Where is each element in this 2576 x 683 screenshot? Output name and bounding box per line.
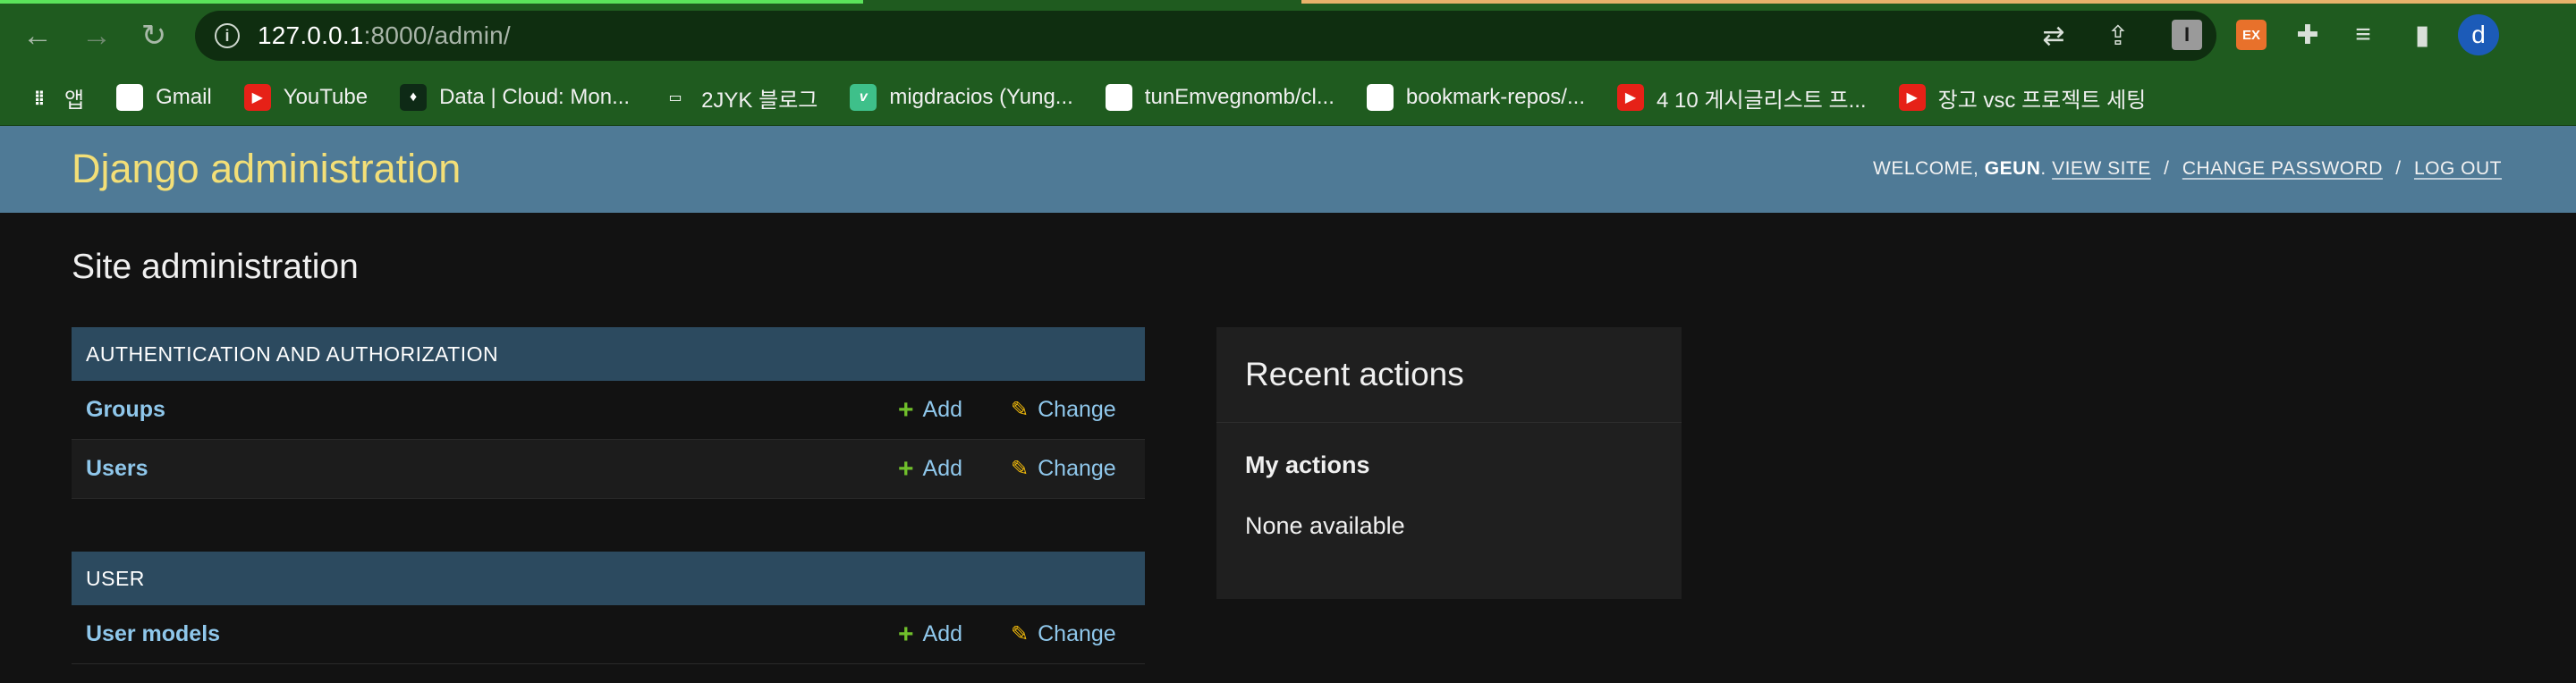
admin-header: Django administration WELCOME, GEUN. VIE… — [0, 126, 2576, 213]
pencil-icon: ✎ — [1011, 622, 1030, 646]
extension-ex-icon[interactable]: EX — [2236, 20, 2267, 50]
welcome-text: WELCOME, — [1873, 158, 1979, 179]
forward-arrow-icon[interactable]: → — [77, 16, 116, 55]
separator: / — [2164, 158, 2170, 179]
address-bar[interactable]: i 127.0.0.1:8000/admin/ ⇄ ⇪ ☆ — [195, 11, 2216, 61]
bookmark-label: 2JYK 블로그 — [701, 88, 818, 113]
folder-icon: ▭ — [668, 90, 682, 105]
bookmark-label: bookmark-repos/... — [1405, 85, 1585, 109]
youtube-icon: ▶ — [1616, 84, 1644, 111]
bookmark-label: Data | Cloud: Mon... — [439, 85, 631, 109]
github-icon: ● — [1366, 84, 1394, 111]
reload-icon[interactable]: ↻ — [134, 16, 174, 55]
my-actions-heading: My actions — [1245, 451, 1370, 478]
github-icon: ● — [1105, 84, 1132, 111]
model-link-users[interactable]: Users — [86, 456, 148, 482]
profile-avatar[interactable]: d — [2458, 14, 2499, 55]
pencil-icon: ✎ — [1011, 398, 1030, 422]
add-groups-link[interactable]: + Add — [898, 395, 962, 426]
tab-strip-accent — [1301, 0, 2576, 4]
plus-icon: + — [898, 619, 914, 649]
mongodb-leaf-icon: ♦ — [400, 84, 428, 111]
module-caption[interactable]: AUTHENTICATION AND AUTHORIZATION — [72, 327, 1145, 381]
page-title: Site administration — [72, 248, 359, 286]
plus-icon: + — [898, 453, 914, 484]
tab-strip-accent — [0, 0, 863, 4]
bookmark-item[interactable]: ● bookmark-repos/... — [1366, 70, 1585, 125]
bookmark-item[interactable]: ⣿ 앱 — [25, 70, 84, 125]
bookmark-item[interactable]: ▶ 장고 vsc 프로젝트 세팅 — [1898, 70, 2147, 125]
recent-actions-panel: Recent actions My actions None available — [1216, 327, 1682, 599]
back-arrow-icon[interactable]: ← — [18, 16, 57, 55]
url-path: :8000/admin/ — [363, 21, 511, 49]
bookmarks-bar: ⣿ 앱 M Gmail ▶ YouTube ♦ Data | Cloud: Mo… — [0, 70, 2576, 126]
bookmark-item[interactable]: ▶ YouTube — [243, 70, 369, 125]
side-panel-icon[interactable]: ▮ — [2404, 20, 2440, 50]
change-label: Change — [1038, 456, 1116, 481]
youtube-icon: ▶ — [243, 84, 271, 111]
add-label: Add — [922, 456, 963, 481]
media-control-icon[interactable]: ≡ — [2345, 20, 2381, 50]
youtube-icon: ▶ — [1898, 84, 1926, 111]
module-caption[interactable]: USER — [72, 552, 1145, 605]
model-row-groups: Groups + Add ✎ Change — [72, 381, 1145, 440]
share-icon[interactable]: ⇪ — [2102, 21, 2134, 52]
bookmark-item[interactable]: ▶ 4 10 게시글리스트 프... — [1616, 70, 1867, 125]
add-users-link[interactable]: + Add — [898, 454, 962, 485]
change-user-models-link[interactable]: ✎ Change — [1011, 621, 1116, 647]
model-row-users: Users + Add ✎ Change — [72, 440, 1145, 499]
bookmark-item[interactable]: ♦ Data | Cloud: Mon... — [400, 70, 630, 125]
url-text[interactable]: 127.0.0.1:8000/admin/ — [258, 21, 511, 50]
site-brand[interactable]: Django administration — [72, 146, 461, 192]
change-label: Change — [1038, 621, 1116, 646]
apps-grid-icon: ⣿ — [33, 90, 46, 105]
bookmark-label: tunEmvegnomb/cl... — [1144, 85, 1335, 109]
url-host: 127.0.0.1 — [258, 21, 364, 49]
bookmark-label: migdracios (Yung... — [889, 85, 1073, 109]
divider — [1216, 422, 1682, 423]
bookmark-item[interactable]: v migdracios (Yung... — [850, 70, 1073, 125]
bookmark-label: 장고 vsc 프로젝트 세팅 — [1937, 88, 2147, 113]
browser-toolbar: ← → ↻ i 127.0.0.1:8000/admin/ ⇄ ⇪ ☆ I EX… — [0, 0, 2576, 70]
bookmark-label: Gmail — [156, 85, 212, 109]
username: GEUN — [1984, 158, 2041, 179]
model-link-user-models[interactable]: User models — [86, 621, 220, 647]
separator: / — [2395, 158, 2402, 179]
bookmark-item[interactable]: ▭ 2JYK 블로그 — [662, 70, 818, 125]
app-module-auth: AUTHENTICATION AND AUTHORIZATION Groups … — [72, 327, 1145, 499]
vimeo-icon: v — [850, 84, 877, 111]
pencil-icon: ✎ — [1011, 457, 1030, 481]
model-row-user-models: User models + Add ✎ Change — [72, 605, 1145, 664]
view-site-link[interactable]: VIEW SITE — [2052, 158, 2151, 179]
add-label: Add — [922, 621, 963, 646]
recent-actions-title: Recent actions — [1245, 356, 1464, 392]
no-actions-text: None available — [1245, 512, 1405, 539]
bookmark-label: YouTube — [283, 85, 369, 109]
bookmark-label: 4 10 게시글리스트 프... — [1656, 88, 1867, 113]
translate-icon[interactable]: ⇄ — [2038, 21, 2070, 52]
extensions-puzzle-icon[interactable]: ✚ — [2290, 20, 2326, 50]
change-password-link[interactable]: CHANGE PASSWORD — [2182, 158, 2383, 179]
change-groups-link[interactable]: ✎ Change — [1011, 397, 1116, 423]
add-label: Add — [922, 397, 963, 422]
site-info-icon[interactable]: i — [215, 23, 240, 48]
change-users-link[interactable]: ✎ Change — [1011, 456, 1116, 482]
add-user-models-link[interactable]: + Add — [898, 620, 962, 650]
gmail-icon: M — [116, 84, 144, 111]
bookmark-item[interactable]: M Gmail — [116, 70, 212, 125]
extension-i-icon[interactable]: I — [2172, 20, 2202, 50]
app-module-user: USER User models + Add ✎ Change — [72, 552, 1145, 664]
bookmark-label: 앱 — [64, 88, 85, 113]
user-tools: WELCOME, GEUN. VIEW SITE / CHANGE PASSWO… — [1873, 158, 2502, 179]
model-link-groups[interactable]: Groups — [86, 397, 165, 423]
plus-icon: + — [898, 394, 914, 425]
change-label: Change — [1038, 397, 1116, 422]
log-out-link[interactable]: LOG OUT — [2414, 158, 2502, 179]
bookmark-item[interactable]: ● tunEmvegnomb/cl... — [1105, 70, 1335, 125]
